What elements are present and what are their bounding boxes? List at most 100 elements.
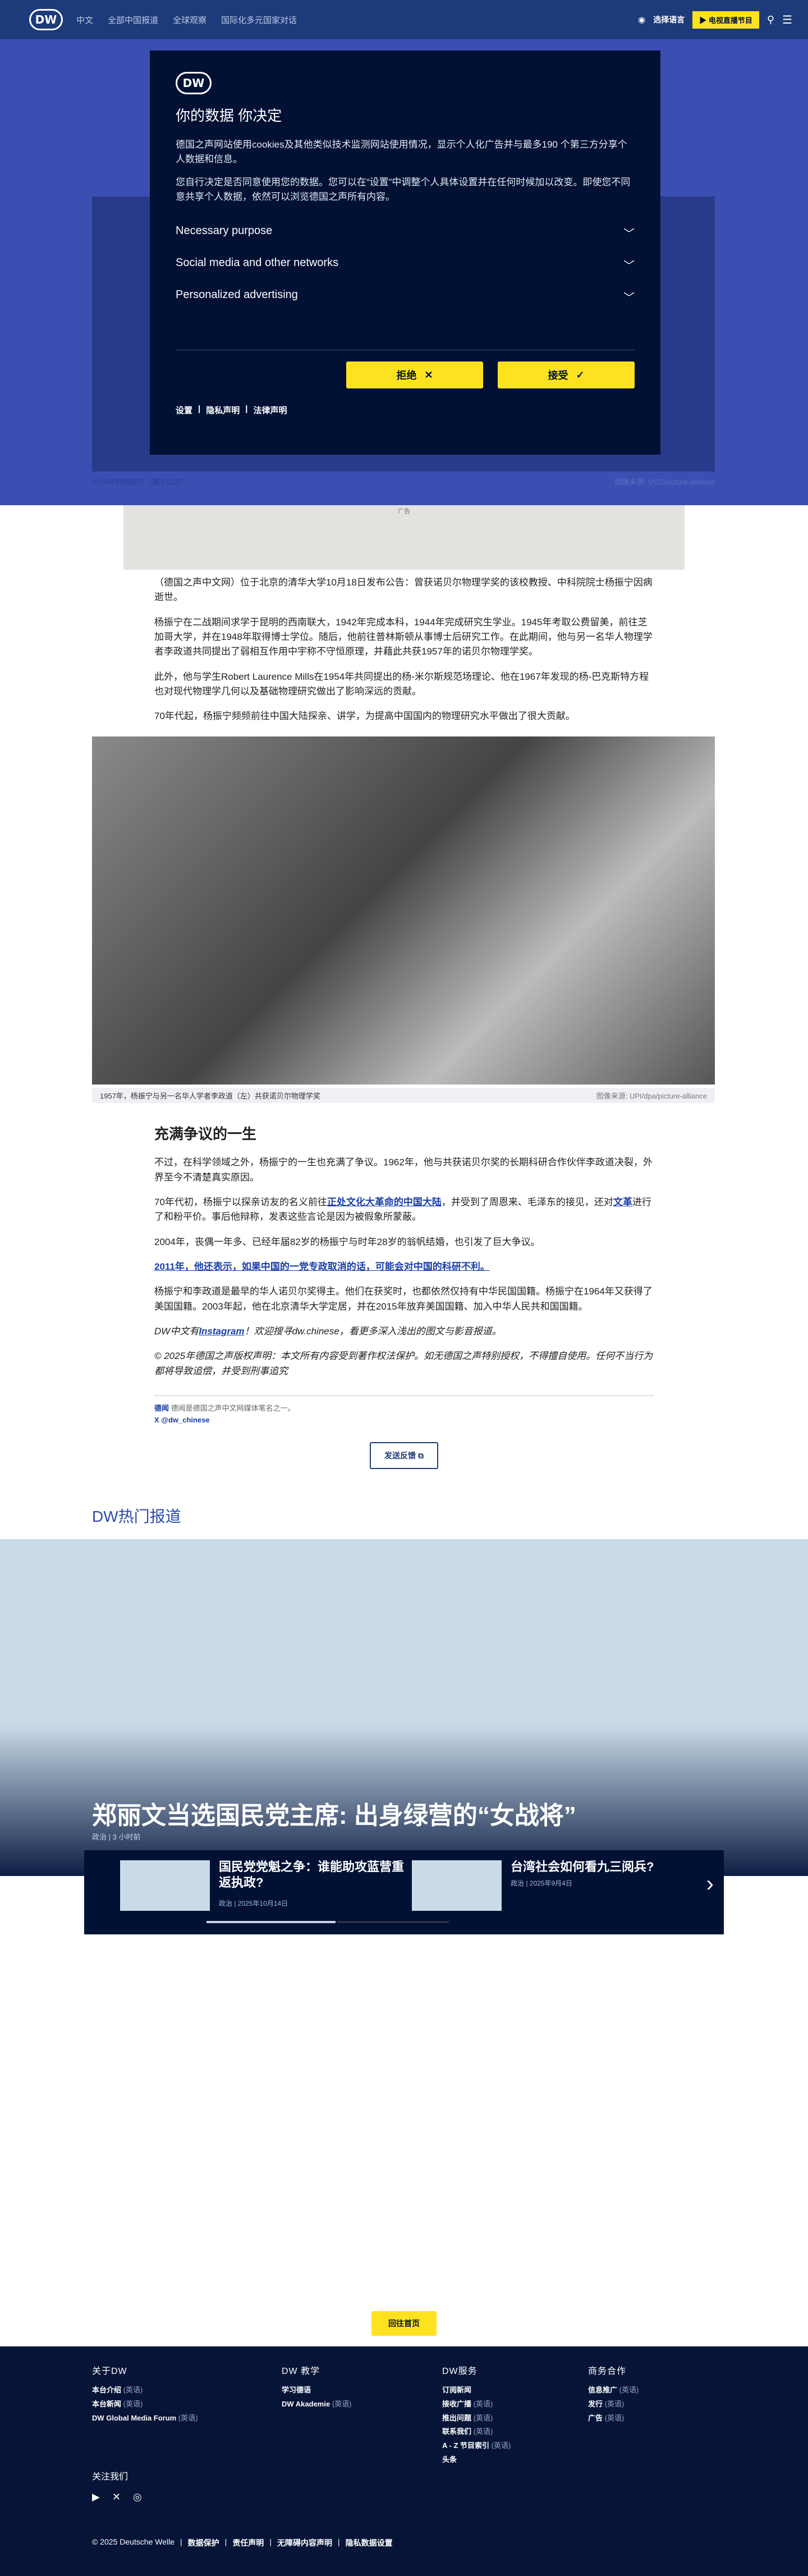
- footer-col: 商务合作 信息推广 (英语) 发行 (英语) 广告 (英语): [588, 2363, 639, 2425]
- feedback-label: 发送反馈: [384, 1451, 416, 1460]
- feedback-button[interactable]: 发送反馈 ⧉: [370, 1442, 438, 1469]
- text: 70年代初，杨振宁以探亲访友的名义前往: [154, 1196, 327, 1207]
- chevron-down-icon: ﹀: [623, 292, 635, 305]
- footer-link[interactable]: 发行 (英语): [588, 2397, 639, 2412]
- nav-link[interactable]: 中文: [76, 14, 93, 26]
- link-note: (英语): [473, 2427, 493, 2436]
- footer-col: 关于DW 本台介绍 (英语) 本台新闻 (英语) DW Global Media…: [92, 2363, 198, 2425]
- accordion-social[interactable]: Social media and other networks ﹀: [176, 257, 635, 273]
- hot-hero-title[interactable]: 郑丽文当选国民党主席: 出身绿营的“女战将”: [92, 1795, 709, 1831]
- accessibility-link[interactable]: 无障碍内容声明: [277, 2537, 332, 2548]
- photo-credit: 图像来源: UPI/dpa/picture-alliance: [596, 1092, 707, 1100]
- footer-link[interactable]: 头条: [442, 2453, 511, 2467]
- accept-button[interactable]: 接受 ✓: [498, 362, 635, 389]
- menu-icon[interactable]: ☰: [782, 13, 792, 27]
- cookie-consent-dialog: DW 你的数据 你决定 德国之声网站使用cookies及其他类似技术监测网站使用…: [150, 51, 660, 455]
- footer-link[interactable]: 订阅新闻: [442, 2383, 511, 2397]
- x-icon[interactable]: ✕: [112, 2491, 121, 2503]
- link-note: (英语): [332, 2400, 352, 2409]
- disclaimer-link[interactable]: 责任声明: [232, 2537, 264, 2548]
- link-note: (英语): [178, 2413, 198, 2422]
- live-tv-button[interactable]: ▶ 电视直播节目: [692, 11, 759, 29]
- link-note: (英语): [619, 2386, 639, 2395]
- footer: 关于DW 本台介绍 (英语) 本台新闻 (英语) DW Global Media…: [0, 2346, 808, 2576]
- search-icon[interactable]: ⚲: [767, 14, 774, 26]
- copyright-note: © 2025年德国之声版权声明：本文所有内容受到著作权法保护。如无德国之声特别授…: [154, 1351, 653, 1376]
- link-label: 推出问题: [442, 2413, 472, 2422]
- back-to-top-label: 回往首页: [388, 2319, 420, 2328]
- privacy-settings-link[interactable]: 隐私数据设置: [346, 2537, 393, 2548]
- chevron-down-icon: ﹀: [623, 228, 635, 241]
- reject-button[interactable]: 拒绝 ✕: [346, 362, 483, 389]
- carousel-progress-track: [337, 1921, 449, 1923]
- section-heading: 充满争议的一生: [154, 1125, 257, 1142]
- x-handle[interactable]: X @dw_chinese: [154, 1415, 654, 1426]
- link-note: (英语): [604, 2413, 625, 2422]
- article-link[interactable]: 2011年，他还表示，如果中国的一党专政取消的话，可能会对中国的科研不利。: [154, 1261, 490, 1272]
- footer-col: DW服务 订阅新闻 接收广播 (英语) 推出问题 (英语) 联系我们 (英语) …: [442, 2363, 511, 2467]
- paragraph: 2004年，丧偶一年多、已经年届82岁的杨振宁与时年28岁的翁帆结婚，也引发了巨…: [154, 1236, 540, 1247]
- back-to-top-button[interactable]: 回往首页: [371, 2311, 437, 2336]
- hero-caption-credit: 图像来源: VCG/picture-alliance: [614, 478, 715, 486]
- link-label: 接收广播: [442, 2400, 472, 2409]
- link-label: 本台新闻: [92, 2400, 122, 2409]
- nav-link[interactable]: 全部中国报道: [108, 14, 158, 26]
- footer-link[interactable]: A - Z 节目索引 (英语): [442, 2439, 511, 2453]
- article-photo: [92, 736, 715, 1085]
- globe-icon[interactable]: ◉: [638, 15, 645, 25]
- settings-link[interactable]: 设置: [176, 404, 192, 416]
- link-label: 本台介绍: [92, 2386, 122, 2395]
- youtube-icon[interactable]: ▶: [92, 2491, 100, 2503]
- accept-label: 接受: [548, 370, 568, 382]
- link-label: 广告: [588, 2413, 603, 2422]
- footer-link[interactable]: 推出问题 (英语): [442, 2412, 511, 2426]
- privacy-link[interactable]: 数据保护: [188, 2537, 219, 2548]
- footer-link[interactable]: 信息推广 (英语): [588, 2383, 639, 2397]
- paragraph: 2011年，他还表示，如果中国的一党专政取消的话，可能会对中国的科研不利。: [154, 1260, 654, 1274]
- article-link[interactable]: 文革: [613, 1197, 632, 1207]
- accordion-ads[interactable]: Personalized advertising ﹀: [176, 289, 635, 305]
- footer-link[interactable]: 联系我们 (英语): [442, 2425, 511, 2439]
- hot-carousel: 国民党党魁之争：谁能助攻蓝营重返执政? 政治 | 2025年10月14日 台湾社…: [84, 1850, 724, 1934]
- hero-caption: 2016年的照振宁（摄于北京） 图像来源: VCG/picture-allian…: [92, 476, 715, 487]
- link-label: 学习德语: [282, 2386, 311, 2395]
- photo-caption-text: 1957年，杨振宁与另一名华人学者李政道（左）共获诺贝尔物理学奖: [100, 1092, 320, 1100]
- link-note: (英语): [123, 2400, 143, 2409]
- paragraph: 此外，他与学生Robert Laurence Mills在1954年共同提出的杨…: [154, 671, 649, 697]
- card-title[interactable]: 国民党党魁之争：谁能助攻蓝营重返执政?: [219, 1859, 404, 1890]
- footer-link[interactable]: DW Global Media Forum (英语): [92, 2412, 198, 2426]
- accordion-necessary[interactable]: Necessary purpose ﹀: [176, 225, 635, 241]
- paragraph: 70年代初，杨振宁以探亲访友的名义前往正处文化大革命的中国大陆，并受到了周恩来、…: [154, 1195, 654, 1225]
- footer-link[interactable]: 学习德语: [282, 2383, 352, 2397]
- language-selector[interactable]: 选择语言: [653, 14, 685, 25]
- footer-link[interactable]: 本台新闻 (英语): [92, 2397, 198, 2412]
- hero-caption-text: 2016年的照振宁（摄于北京）: [92, 478, 189, 486]
- check-icon: ✓: [576, 369, 585, 381]
- author-tag[interactable]: 德闻: [154, 1404, 169, 1412]
- footer-link[interactable]: 接收广播 (英语): [442, 2397, 511, 2412]
- instagram-icon[interactable]: ◎: [133, 2491, 142, 2503]
- footer-link[interactable]: 广告 (英语): [588, 2412, 639, 2426]
- instagram-link[interactable]: Instagram: [199, 1326, 244, 1337]
- dw-logo[interactable]: DW: [29, 9, 63, 30]
- follow-heading: 关注我们: [92, 2472, 128, 2482]
- link-note: (英语): [123, 2386, 143, 2395]
- nav-link[interactable]: 全球观察: [173, 14, 206, 26]
- chevron-right-icon[interactable]: ›: [706, 1872, 714, 1897]
- nav-link[interactable]: 国际化多元国家对话: [221, 14, 297, 26]
- top-navbar: DW 中文 全部中国报道 全球观察 国际化多元国家对话 ◉ 选择语言 ▶ 电视直…: [0, 0, 808, 39]
- card-title[interactable]: 台湾社会如何看九三阅兵?: [511, 1859, 696, 1875]
- card-meta: 政治 | 2025年9月4日: [511, 1879, 572, 1887]
- footer-col: DW 教学 学习德语 DW Akademie (英语): [282, 2363, 352, 2412]
- card-thumbnail[interactable]: [120, 1860, 210, 1911]
- link-label: 联系我们: [442, 2427, 472, 2436]
- article-link[interactable]: 正处文化大革命的中国大陆: [327, 1197, 442, 1207]
- link-note: (英语): [473, 2413, 493, 2422]
- legal-link[interactable]: 法律声明: [253, 404, 287, 416]
- privacy-link[interactable]: 隐私声明: [206, 404, 240, 416]
- chevron-down-icon: ﹀: [623, 260, 635, 273]
- text: DW中文有: [154, 1326, 199, 1337]
- card-thumbnail[interactable]: [412, 1860, 502, 1911]
- footer-link[interactable]: 本台介绍 (英语): [92, 2383, 198, 2397]
- footer-link[interactable]: DW Akademie (英语): [282, 2397, 352, 2412]
